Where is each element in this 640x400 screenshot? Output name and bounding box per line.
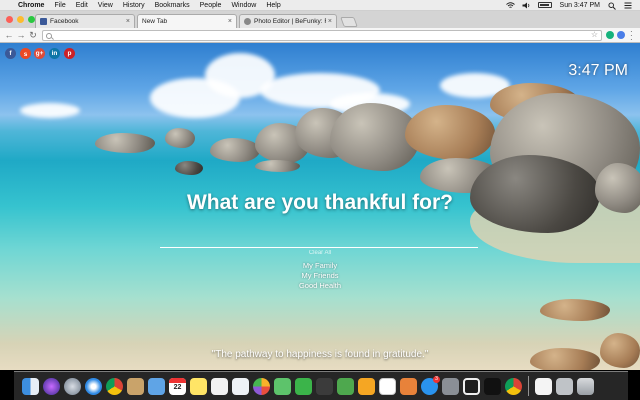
list-item[interactable]: Good Health xyxy=(0,281,640,291)
wifi-icon[interactable] xyxy=(505,1,515,9)
extension-icon[interactable] xyxy=(617,31,625,39)
menu-file[interactable]: File xyxy=(54,2,65,9)
menu-window[interactable]: Window xyxy=(231,2,256,9)
status-area: Sun 3:47 PM xyxy=(505,1,640,10)
ibooks-icon[interactable] xyxy=(400,377,417,395)
dock: 22 3 xyxy=(14,371,628,400)
system-preferences-icon[interactable] xyxy=(442,377,459,395)
notes-icon[interactable] xyxy=(190,377,207,395)
tab-new-tab[interactable]: New Tab × xyxy=(137,14,237,28)
new-tab-button[interactable] xyxy=(340,17,358,27)
list-item[interactable]: My Friends xyxy=(0,271,640,281)
gratitude-prompt: What are you thankful for? xyxy=(186,191,453,214)
menu-history[interactable]: History xyxy=(123,2,145,9)
app-store-badge: 3 xyxy=(433,375,440,383)
search-icon xyxy=(46,32,52,39)
menubar-clock[interactable]: Sun 3:47 PM xyxy=(560,2,600,9)
maps-icon[interactable] xyxy=(316,377,333,395)
reload-icon[interactable]: ↻ xyxy=(27,30,39,41)
volume-icon[interactable] xyxy=(522,2,530,9)
facetime-icon[interactable] xyxy=(295,377,312,395)
list-item[interactable]: My Family xyxy=(0,261,640,271)
browser-toolbar: ← → ↻ ☆ · · · xyxy=(0,28,640,44)
document-icon[interactable] xyxy=(535,377,552,395)
calendar-icon[interactable]: 22 xyxy=(169,377,186,395)
address-bar[interactable] xyxy=(42,30,602,41)
app-store-icon[interactable]: 3 xyxy=(421,375,440,395)
tab-label: Facebook xyxy=(50,18,79,25)
menu-edit[interactable]: Edit xyxy=(76,2,88,9)
stumbleupon-share-icon[interactable]: s xyxy=(20,48,31,59)
close-tab-icon[interactable]: × xyxy=(126,18,130,25)
back-arrow-icon[interactable]: ← xyxy=(3,30,15,40)
close-window-button[interactable] xyxy=(6,16,13,23)
battery-icon[interactable] xyxy=(537,2,552,8)
menu-bookmarks[interactable]: Bookmarks xyxy=(155,2,190,9)
chrome-icon[interactable] xyxy=(106,377,123,395)
befunky-favicon-icon xyxy=(244,18,251,25)
forward-arrow-icon[interactable]: → xyxy=(15,30,27,40)
answer-input-underline[interactable] xyxy=(160,247,478,248)
trash-icon[interactable] xyxy=(577,377,594,395)
chrome-icon[interactable] xyxy=(505,377,522,395)
reminders-icon[interactable] xyxy=(211,377,228,395)
spotlight-search-icon[interactable] xyxy=(608,1,616,10)
linkedin-share-icon[interactable]: in xyxy=(49,48,60,59)
close-tab-icon[interactable]: × xyxy=(228,18,232,25)
notification-center-icon[interactable] xyxy=(624,2,632,9)
tab-label: New Tab xyxy=(142,18,168,25)
gratitude-quote: "The pathway to happiness is found in gr… xyxy=(211,349,429,360)
siri-icon[interactable] xyxy=(43,377,60,395)
contacts-icon[interactable] xyxy=(232,377,249,395)
itunes-icon[interactable] xyxy=(379,377,396,395)
calendar-day: 22 xyxy=(173,383,182,391)
preview-icon[interactable] xyxy=(148,377,165,395)
google-plus-share-icon[interactable]: g+ xyxy=(34,48,45,59)
gratitude-list: My Family My Friends Good Health xyxy=(0,261,640,291)
page-clock: 3:47 PM xyxy=(568,62,628,79)
bookmark-star-icon[interactable]: ☆ xyxy=(591,30,598,39)
menu-view[interactable]: View xyxy=(98,2,113,9)
photos-icon[interactable] xyxy=(253,377,270,395)
svg-text:s: s xyxy=(24,51,28,58)
menu-help[interactable]: Help xyxy=(266,2,280,9)
zoom-window-button[interactable] xyxy=(28,16,35,23)
facebook-favicon-icon xyxy=(40,18,47,25)
safari-icon[interactable] xyxy=(85,377,102,395)
screen-capture-icon[interactable] xyxy=(463,377,480,395)
menu-people[interactable]: People xyxy=(200,2,222,9)
pinterest-share-icon[interactable]: p xyxy=(64,48,75,59)
extension-icon[interactable] xyxy=(606,31,614,39)
dock-divider xyxy=(528,376,529,396)
minimize-window-button[interactable] xyxy=(17,16,24,23)
terminal-icon[interactable] xyxy=(484,377,501,395)
tab-label: Photo Editor | BeFunky: Free xyxy=(254,18,326,25)
launchpad-icon[interactable] xyxy=(64,377,81,395)
close-tab-icon[interactable]: × xyxy=(328,18,332,25)
mail-stamp-icon[interactable] xyxy=(127,377,144,395)
tab-strip: Facebook × New Tab × Photo Editor | BeFu… xyxy=(0,11,640,28)
new-tab-page: f s g+ in p 3:47 PM What are you thankfu… xyxy=(0,43,640,370)
messages-icon[interactable] xyxy=(274,377,291,395)
tab-facebook[interactable]: Facebook × xyxy=(35,14,135,28)
keynote-icon[interactable] xyxy=(358,377,375,395)
downloads-stack-icon[interactable] xyxy=(556,377,573,395)
menu-bar: Chrome File Edit View History Bookmarks … xyxy=(0,0,640,11)
finder-icon[interactable] xyxy=(22,377,39,395)
numbers-icon[interactable] xyxy=(337,377,354,395)
tab-photo-editor[interactable]: Photo Editor | BeFunky: Free × xyxy=(239,14,337,28)
clear-all-link[interactable]: Clear All xyxy=(0,250,640,256)
window-controls xyxy=(6,16,35,23)
facebook-share-icon[interactable]: f xyxy=(5,48,16,59)
menu-app-name[interactable]: Chrome xyxy=(18,2,44,9)
chrome-menu-icon[interactable]: · · · xyxy=(630,28,633,44)
